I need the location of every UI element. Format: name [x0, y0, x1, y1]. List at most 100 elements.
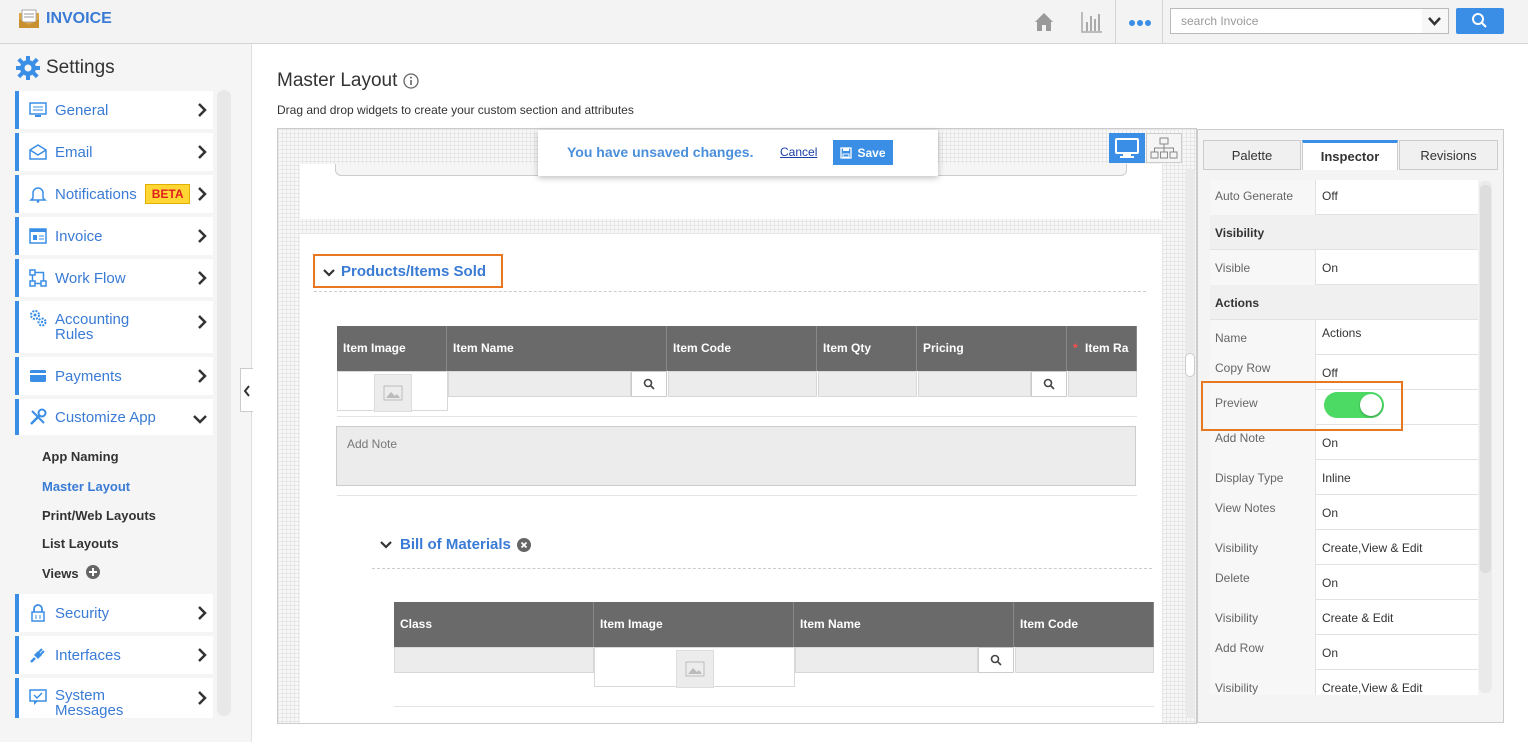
- sidebar-item-notifications[interactable]: Notifications BETA: [15, 175, 213, 213]
- close-circle-icon[interactable]: [516, 537, 531, 552]
- search-icon[interactable]: [978, 647, 1014, 673]
- bom-header[interactable]: Bill of Materials: [380, 536, 531, 553]
- chevron-right-icon: [197, 648, 207, 662]
- page-title-text: Master Layout: [277, 70, 398, 91]
- canvas-scrollbar[interactable]: [1185, 168, 1195, 718]
- cancel-link[interactable]: Cancel: [780, 145, 817, 159]
- tools-icon: [29, 408, 47, 426]
- sidebar-item-accounting-rules[interactable]: Accounting Rules: [15, 301, 213, 353]
- search-dropdown-button[interactable]: [1422, 8, 1449, 34]
- property-row[interactable]: Auto Generate Off: [1210, 180, 1478, 215]
- item-name-field[interactable]: [795, 647, 978, 673]
- card-icon: [29, 367, 47, 385]
- class-field[interactable]: [394, 647, 594, 673]
- chevron-right-icon: [197, 229, 207, 243]
- sidebar-item-general[interactable]: General: [15, 91, 213, 129]
- sidebar-item-label: Email: [55, 143, 93, 161]
- property-group: Actions: [1210, 285, 1478, 320]
- item-code-field[interactable]: [1015, 647, 1154, 673]
- brand[interactable]: INVOICE: [18, 9, 112, 29]
- tree-view-button[interactable]: [1146, 133, 1182, 163]
- property-row[interactable]: Visible On: [1210, 250, 1478, 285]
- sidebar-item-label: Invoice: [55, 227, 103, 245]
- floppy-icon: [840, 146, 853, 159]
- sidebar-item-interfaces[interactable]: Interfaces: [15, 636, 213, 674]
- scroll-thumb[interactable]: [1185, 353, 1195, 377]
- sidebar-item-workflow[interactable]: Work Flow: [15, 259, 213, 297]
- tab-revisions[interactable]: Revisions: [1399, 140, 1498, 170]
- property-key: Display Type: [1210, 460, 1316, 495]
- property-row[interactable]: Display Type Inline: [1210, 460, 1478, 495]
- add-circle-icon[interactable]: [85, 565, 100, 582]
- scroll-thumb[interactable]: [1480, 185, 1491, 573]
- column-header: Pricing: [917, 326, 1067, 371]
- beta-badge: BETA: [144, 184, 191, 204]
- gears-icon: [29, 309, 47, 327]
- sidebar-item-email[interactable]: Email: [15, 133, 213, 171]
- item-rate-field[interactable]: [1068, 371, 1137, 397]
- plug-icon: [29, 646, 47, 664]
- home-icon[interactable]: [1032, 10, 1056, 34]
- property-row[interactable]: Visibility Create & Edit: [1210, 600, 1478, 635]
- more-icon[interactable]: [1128, 12, 1152, 36]
- property-row[interactable]: Add Row On: [1210, 635, 1478, 670]
- subitem-app-naming[interactable]: App Naming: [42, 449, 119, 464]
- property-value: Create,View & Edit: [1322, 541, 1423, 555]
- tab-inspector[interactable]: Inspector: [1302, 140, 1398, 170]
- property-value: Actions: [1322, 326, 1362, 340]
- search-icon[interactable]: [631, 371, 667, 397]
- section-block[interactable]: Item Image Item Name Item Code Item Qty …: [300, 234, 1162, 723]
- sidebar-item-system-messages[interactable]: System Messages: [15, 678, 213, 718]
- bell-icon: [29, 185, 47, 203]
- column-header: Item Image: [594, 602, 794, 647]
- layout-canvas[interactable]: Item Image Item Name Item Code Item Qty …: [277, 128, 1197, 724]
- search-input[interactable]: search Invoice: [1170, 8, 1423, 34]
- chevron-right-icon: [197, 187, 207, 201]
- chevron-right-icon: [197, 145, 207, 159]
- subitem-print-web-layouts[interactable]: Print/Web Layouts: [42, 508, 156, 523]
- sidebar-item-label: Customize App: [55, 408, 156, 426]
- sidebar-item-invoice[interactable]: Invoice: [15, 217, 213, 255]
- property-row[interactable]: View Notes On: [1210, 495, 1478, 530]
- property-row[interactable]: Delete On: [1210, 565, 1478, 600]
- tab-palette[interactable]: Palette: [1203, 140, 1301, 170]
- property-key: Visibility: [1210, 600, 1316, 635]
- item-qty-field[interactable]: [818, 371, 917, 397]
- subitem-views[interactable]: Views: [42, 565, 100, 582]
- sidebar-item-payments[interactable]: Payments: [15, 357, 213, 395]
- products-section-header[interactable]: Products/Items Sold: [313, 254, 503, 288]
- column-header: Item Code: [667, 326, 817, 371]
- add-note-field[interactable]: Add Note: [336, 426, 1136, 486]
- chevron-right-icon: [197, 103, 207, 117]
- sidebar-item-customize-app[interactable]: Customize App: [15, 399, 213, 435]
- inspector-scrollbar[interactable]: [1479, 181, 1492, 693]
- property-row[interactable]: Visibility Create,View & Edit: [1210, 670, 1478, 695]
- page-title: Master Layout: [277, 70, 420, 92]
- sidebar-scrollbar[interactable]: [217, 90, 231, 716]
- pricing-field[interactable]: [918, 371, 1031, 397]
- property-value: On: [1322, 506, 1339, 520]
- desktop-view-button[interactable]: [1109, 133, 1145, 163]
- item-code-field[interactable]: [668, 371, 817, 397]
- divider: [337, 416, 1137, 417]
- preview-highlight: [1201, 381, 1403, 431]
- subitem-master-layout[interactable]: Master Layout: [42, 479, 130, 494]
- property-row[interactable]: Visibility Create,View & Edit: [1210, 530, 1478, 565]
- sidebar-collapse-button[interactable]: [240, 368, 253, 412]
- property-row[interactable]: Name Actions: [1210, 320, 1478, 355]
- inspector-properties: Auto Generate Off Visibility Visible On Ac…: [1210, 180, 1478, 695]
- unsaved-changes-bar: You have unsaved changes. Cancel Save: [538, 130, 938, 176]
- sidebar-item-security[interactable]: Security: [15, 594, 213, 632]
- search-icon[interactable]: [1031, 371, 1067, 397]
- image-placeholder-icon: [676, 650, 714, 688]
- chevron-down-icon: [323, 266, 335, 281]
- save-button[interactable]: Save: [833, 140, 893, 165]
- subitem-list-layouts[interactable]: List Layouts: [42, 536, 119, 551]
- chart-icon[interactable]: [1080, 10, 1104, 34]
- chevron-right-icon: [197, 315, 207, 329]
- search-button[interactable]: [1456, 8, 1504, 34]
- workflow-icon: [29, 269, 47, 287]
- info-icon[interactable]: [403, 73, 420, 89]
- item-name-field[interactable]: [448, 371, 631, 397]
- property-key: Delete: [1210, 565, 1316, 600]
